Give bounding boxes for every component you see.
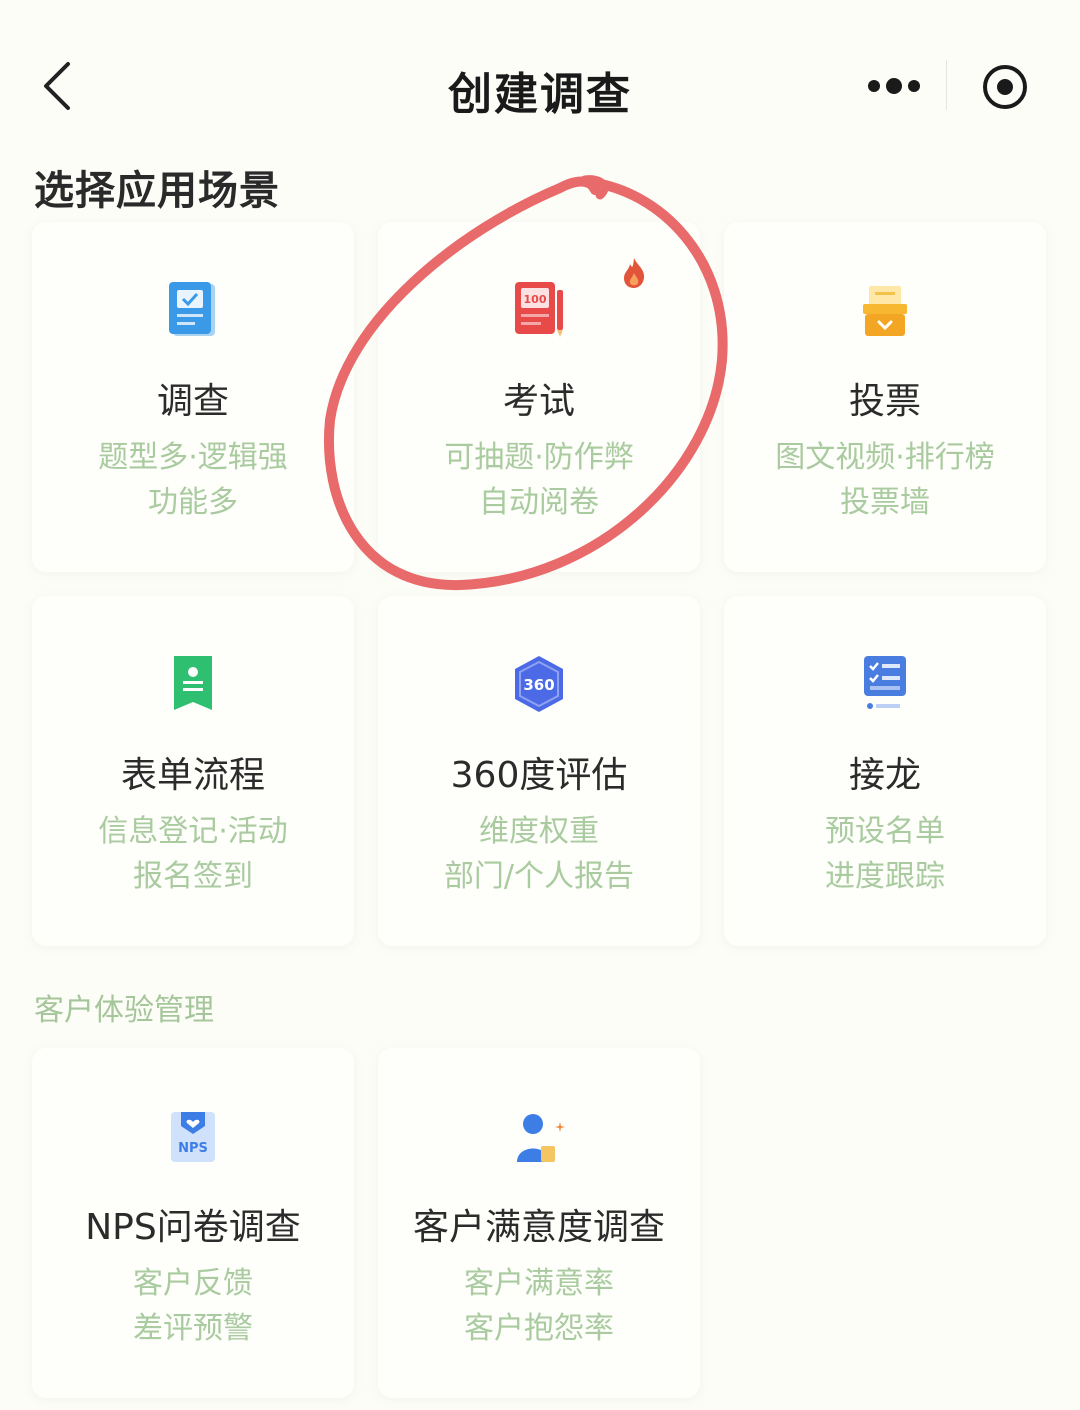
scene-card-exam[interactable]: 100 考试 可抽题·防作弊 自动阅卷: [378, 222, 700, 572]
scene-desc: 题型多·逻辑强: [98, 440, 288, 475]
scene-card-relay[interactable]: 接龙 预设名单 进度跟踪: [724, 596, 1046, 946]
scene-card-vote[interactable]: 投票 图文视频·排行榜 投票墙: [724, 222, 1046, 572]
section-label-cx: 客户体验管理: [34, 993, 214, 1028]
nav-bar: 创建调查: [0, 0, 1080, 150]
scene-desc: 报名签到: [133, 859, 253, 894]
360-hexagon-icon: 360: [515, 656, 563, 712]
exam-score-text: 100: [524, 293, 547, 306]
scene-desc: 图文视频·排行榜: [775, 440, 995, 475]
survey-icon: [169, 282, 215, 336]
scene-card-csat[interactable]: 客户满意度调查 客户满意率 客户抱怨率: [378, 1048, 700, 1398]
scene-desc: 客户反馈: [133, 1266, 253, 1301]
customer-icon: [517, 1114, 565, 1162]
scene-desc: 维度权重: [479, 814, 599, 849]
scene-card-survey[interactable]: 调查 题型多·逻辑强 功能多: [32, 222, 354, 572]
scene-desc: 自动阅卷: [479, 485, 599, 520]
scene-desc: 预设名单: [825, 814, 945, 849]
scene-desc: 投票墙: [840, 485, 930, 520]
checklist-icon: [864, 656, 906, 709]
scene-title: 表单流程: [120, 755, 265, 796]
close-miniprogram-icon[interactable]: [980, 62, 1030, 112]
scene-title: 360度评估: [450, 755, 628, 796]
scene-card-360-eval[interactable]: 360 360度评估 维度权重 部门/个人报告: [378, 596, 700, 946]
nps-icon: NPS: [171, 1112, 215, 1162]
scene-desc: 信息登记·活动: [98, 814, 288, 849]
scene-desc: 部门/个人报告: [443, 859, 635, 894]
exam-paper-icon: 100: [515, 282, 563, 337]
scene-desc: 可抽题·防作弊: [444, 440, 634, 475]
scene-desc: 客户满意率: [464, 1266, 614, 1301]
form-bookmark-icon: [174, 656, 212, 710]
scene-title: NPS问卷调查: [85, 1207, 301, 1248]
scene-desc: 客户抱怨率: [464, 1311, 614, 1346]
more-dots-icon[interactable]: [862, 70, 926, 102]
scene-card-nps[interactable]: NPS NPS问卷调查 客户反馈 差评预警: [32, 1048, 354, 1398]
scene-card-form-flow[interactable]: 表单流程 信息登记·活动 报名签到: [32, 596, 354, 946]
360-text: 360: [523, 676, 554, 694]
scene-title: 客户满意度调查: [412, 1207, 665, 1248]
scene-title: 投票: [848, 381, 921, 422]
scene-title: 调查: [156, 381, 229, 422]
scene-title: 接龙: [848, 755, 921, 796]
scene-desc: 进度跟踪: [825, 859, 945, 894]
nps-text: NPS: [178, 1141, 208, 1156]
scene-title: 考试: [502, 381, 575, 422]
ballot-box-icon: [863, 286, 907, 336]
scene-desc: 功能多: [148, 485, 238, 520]
scene-desc: 差评预警: [133, 1311, 253, 1346]
section-title: 选择应用场景: [34, 168, 280, 214]
capsule-divider: [946, 60, 947, 110]
